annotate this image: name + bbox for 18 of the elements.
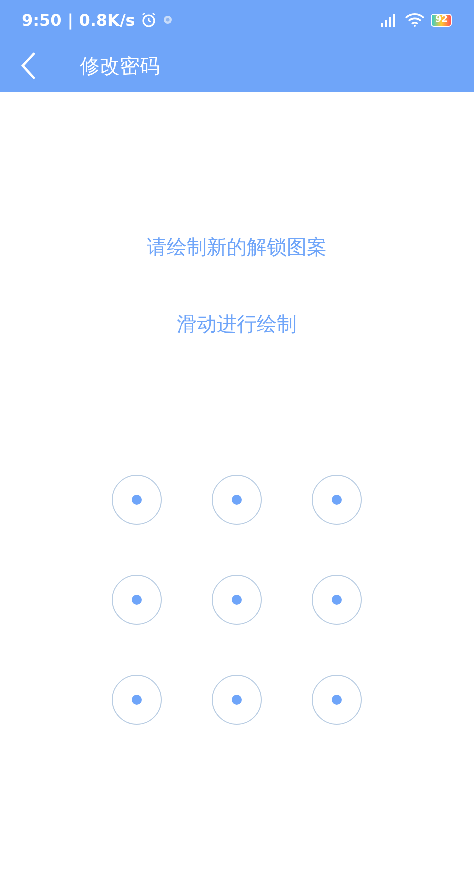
back-button[interactable] (20, 52, 36, 80)
network-speed: | 0.8K/s (68, 10, 136, 30)
pattern-node[interactable] (212, 575, 262, 625)
pattern-node[interactable] (112, 475, 162, 525)
pattern-node[interactable] (312, 575, 362, 625)
page-title: 修改密码 (80, 52, 160, 80)
pattern-node[interactable] (112, 675, 162, 725)
notification-icon (163, 15, 174, 25)
pattern-node[interactable] (312, 675, 362, 725)
prompt-title: 请绘制新的解锁图案 (146, 234, 328, 261)
wifi-icon (405, 13, 426, 27)
pattern-node[interactable] (212, 675, 262, 725)
alarm-icon (141, 12, 158, 28)
status-time: 9:50 (22, 10, 62, 30)
prompt-hint: 滑动进行绘制 (176, 311, 298, 338)
pattern-node[interactable] (112, 575, 162, 625)
pattern-node[interactable] (312, 475, 362, 525)
pattern-node[interactable] (212, 475, 262, 525)
